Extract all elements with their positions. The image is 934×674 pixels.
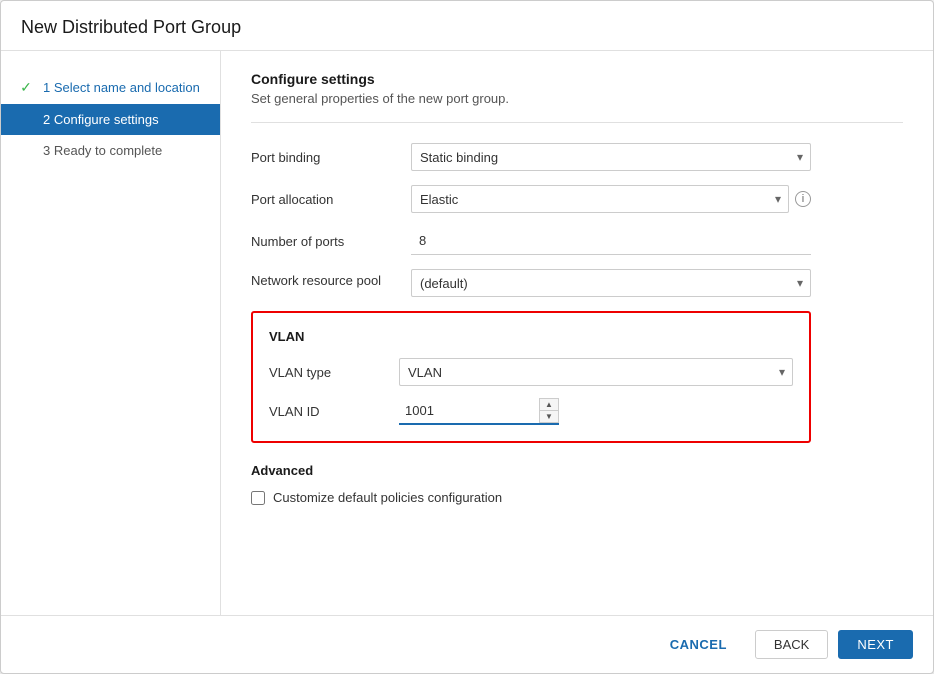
port-binding-row: Port binding Static binding Dynamic bind… [251,143,811,171]
number-of-ports-control [411,227,811,255]
vlan-id-label: VLAN ID [269,404,399,419]
vlan-type-label: VLAN type [269,365,399,380]
port-allocation-select-wrapper: Elastic Fixed [411,185,789,213]
section-title: Configure settings [251,71,903,87]
check-icon: ✓ [17,79,35,96]
vlan-id-row: VLAN ID ▲ ▼ [269,398,793,425]
network-resource-pool-select-wrapper: (default) [411,269,811,297]
vlan-section: VLAN VLAN type None VLAN VLAN trunking P… [251,311,811,443]
vlan-section-title: VLAN [269,329,793,344]
vlan-id-control: ▲ ▼ [399,398,793,425]
customize-policies-row: Customize default policies configuration [251,490,811,505]
vlan-id-decrement-button[interactable]: ▼ [540,411,558,423]
vlan-id-input[interactable] [399,398,539,423]
sidebar-item-step1[interactable]: ✓ 1 Select name and location [1,71,220,104]
port-allocation-info-icon[interactable]: i [795,191,811,207]
number-of-ports-label: Number of ports [251,234,411,249]
vlan-type-row: VLAN type None VLAN VLAN trunking Privat… [269,358,793,386]
back-button[interactable]: BACK [755,630,828,659]
port-binding-select-wrapper: Static binding Dynamic binding Ephemeral [411,143,811,171]
vlan-id-spinner-buttons: ▲ ▼ [539,398,559,423]
number-of-ports-row: Number of ports [251,227,811,255]
port-binding-select[interactable]: Static binding Dynamic binding Ephemeral [411,143,811,171]
cancel-button[interactable]: CANCEL [652,631,745,658]
network-resource-pool-row: Network resource pool (default) [251,269,811,297]
sidebar-step3-label: 3 Ready to complete [43,143,162,158]
network-resource-pool-select[interactable]: (default) [411,269,811,297]
number-of-ports-input[interactable] [411,227,811,255]
next-button[interactable]: NEXT [838,630,913,659]
section-subtitle: Set general properties of the new port g… [251,91,903,106]
vlan-type-select-wrapper: None VLAN VLAN trunking Private VLAN [399,358,793,386]
section-divider [251,122,903,123]
sidebar-item-step2[interactable]: 2 Configure settings [1,104,220,135]
advanced-title: Advanced [251,463,811,478]
sidebar: ✓ 1 Select name and location 2 Configure… [1,51,221,615]
dialog-footer: CANCEL BACK NEXT [1,615,933,673]
port-allocation-select[interactable]: Elastic Fixed [411,185,789,213]
main-content: Configure settings Set general propertie… [221,51,933,615]
dialog-body: ✓ 1 Select name and location 2 Configure… [1,51,933,615]
new-distributed-port-group-dialog: New Distributed Port Group ✓ 1 Select na… [0,0,934,674]
dialog-title: New Distributed Port Group [1,1,933,51]
network-resource-pool-label: Network resource pool [251,269,411,288]
vlan-type-select[interactable]: None VLAN VLAN trunking Private VLAN [399,358,793,386]
port-allocation-label: Port allocation [251,192,411,207]
form-area: Port binding Static binding Dynamic bind… [251,143,811,297]
customize-policies-checkbox[interactable] [251,491,265,505]
sidebar-item-step3: 3 Ready to complete [1,135,220,166]
sidebar-step1-label: 1 Select name and location [43,80,200,95]
port-binding-label: Port binding [251,150,411,165]
port-allocation-control: Elastic Fixed i [411,185,811,213]
vlan-id-increment-button[interactable]: ▲ [540,399,558,411]
advanced-section: Advanced Customize default policies conf… [251,463,811,505]
port-allocation-row: Port allocation Elastic Fixed i [251,185,811,213]
vlan-id-spinner: ▲ ▼ [399,398,559,425]
customize-policies-label[interactable]: Customize default policies configuration [273,490,502,505]
sidebar-step2-label: 2 Configure settings [43,112,159,127]
